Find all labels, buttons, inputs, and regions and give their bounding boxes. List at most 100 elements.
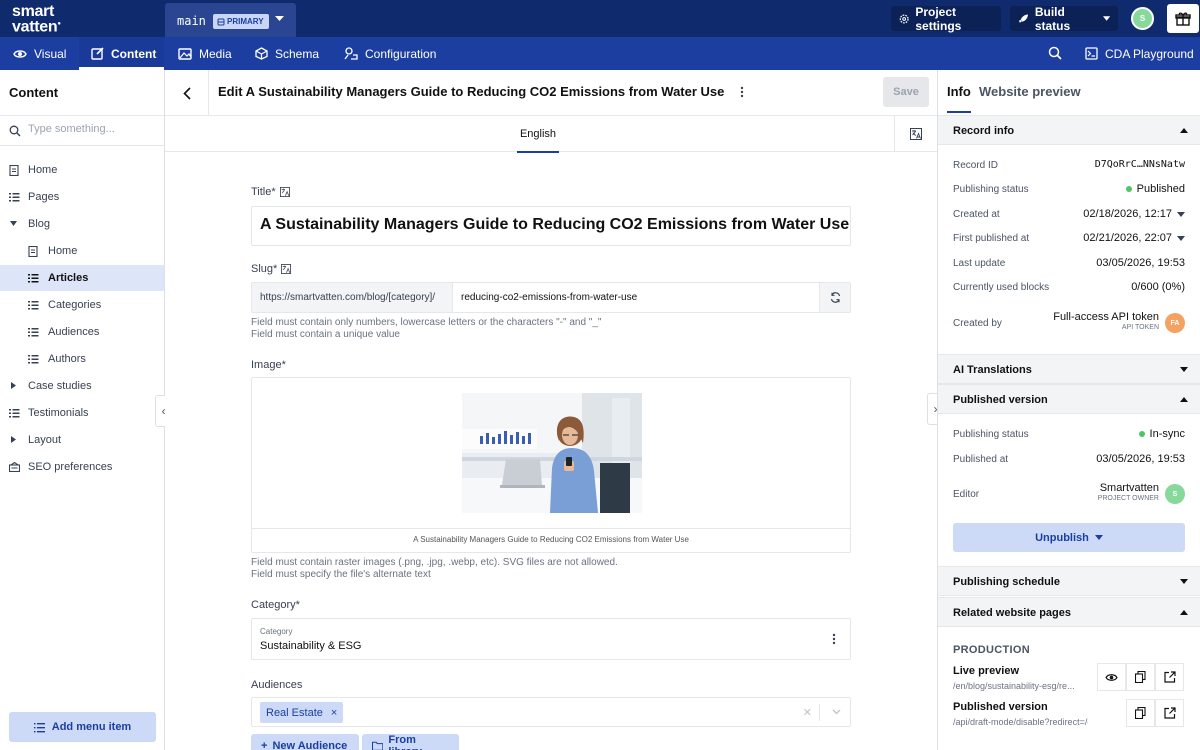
record-info-header[interactable]: Record info — [938, 115, 1200, 145]
ai-translations-header[interactable]: AI Translations — [938, 354, 1200, 384]
image-hint-line-2: Field must specify the file's alternate … — [251, 569, 431, 580]
created-at-value[interactable]: 02/18/2026, 12:17 — [1083, 208, 1185, 220]
from-library-button[interactable]: From library — [362, 734, 459, 750]
unpublish-button[interactable]: Unpublish — [953, 523, 1185, 552]
open-live-preview-external-button[interactable] — [1155, 663, 1184, 691]
tab-website-preview[interactable]: Website preview — [979, 84, 1081, 99]
category-value: Sustainability & ESG — [260, 640, 362, 652]
sidebar-item-blog-home[interactable]: Home — [0, 238, 164, 264]
sidebar-item-pages[interactable]: Pages — [0, 184, 164, 210]
seo-icon — [9, 462, 20, 472]
locale-tab-english[interactable]: English — [517, 116, 559, 153]
build-status-button[interactable]: Build status — [1010, 5, 1118, 33]
sidebar-item-layout[interactable]: Layout — [0, 427, 164, 453]
copy-icon — [1135, 671, 1146, 683]
global-search-button[interactable] — [1048, 46, 1062, 60]
translate-button[interactable] — [894, 116, 937, 152]
created-by-row: Created by Full-access API token API TOK… — [953, 310, 1185, 336]
title-input[interactable]: A Sustainability Managers Guide to Reduc… — [251, 206, 851, 246]
first-published-value[interactable]: 02/21/2026, 22:07 — [1083, 232, 1185, 244]
nav-tab-configuration[interactable]: Configuration — [344, 37, 436, 70]
status-dot — [1138, 431, 1145, 437]
sidebar-item-home[interactable]: Home — [0, 157, 164, 183]
nav-tab-media[interactable]: Media — [178, 37, 232, 70]
publishing-schedule-title: Publishing schedule — [953, 576, 1060, 588]
environment-switcher[interactable]: main PRIMARY — [165, 3, 296, 37]
new-audience-button[interactable]: + New Audience — [251, 734, 359, 750]
locale-bar: English — [165, 116, 937, 153]
slug-value: reducing-co2-emissions-from-water-use — [461, 292, 638, 303]
related-pages-header[interactable]: Related website pages — [938, 597, 1200, 627]
slug-input[interactable]: https://smartvatten.com/blog/[category]/… — [251, 282, 851, 313]
translate-icon — [279, 187, 290, 197]
editor-header: Edit A Sustainability Managers Guide to … — [165, 70, 937, 116]
image-field[interactable]: A Sustainability Managers Guide to Reduc… — [251, 377, 851, 553]
category-inner-label: Category — [260, 627, 293, 636]
gift-button[interactable] — [1167, 4, 1199, 33]
open-published-external-button[interactable] — [1155, 699, 1184, 727]
back-button[interactable] — [165, 70, 209, 116]
copy-live-preview-button[interactable] — [1126, 663, 1155, 691]
publishing-schedule-header[interactable]: Publishing schedule — [938, 566, 1200, 596]
environment-badge-label: PRIMARY — [227, 17, 264, 26]
record-id-row: Record ID D7QoRrC…NNsNatw — [953, 158, 1185, 174]
project-settings-label: Project settings — [915, 4, 962, 33]
published-version-url[interactable]: /api/draft-mode/disable?redirect=/en... — [953, 717, 1088, 727]
tab-info[interactable]: Info — [947, 84, 971, 113]
save-button[interactable]: Save — [883, 77, 929, 107]
chevron-down-icon[interactable] — [832, 709, 841, 715]
logo[interactable]: smart vatten● — [12, 4, 61, 35]
list-icon — [28, 301, 39, 310]
sidebar-item-seo-preferences[interactable]: SEO preferences — [0, 454, 164, 480]
remove-chip-icon[interactable]: × — [331, 707, 337, 719]
more-options-icon[interactable] — [832, 633, 836, 645]
add-menu-item-button[interactable]: Add menu item — [9, 712, 156, 742]
audiences-select[interactable]: Real Estate × ✕ — [251, 697, 851, 727]
sidebar-item-blog[interactable]: Blog — [0, 211, 164, 237]
editor-avatar: S — [1165, 484, 1185, 504]
used-blocks-label: Currently used blocks — [953, 282, 1050, 293]
info-panel-tabs: Info Website preview — [938, 70, 1200, 116]
copy-icon — [1135, 707, 1146, 719]
sidebar-item-label: Testimonials — [28, 407, 89, 419]
sidebar-item-audiences[interactable]: Audiences — [0, 319, 164, 345]
cda-playground-button[interactable]: CDA Playground — [1085, 37, 1194, 70]
rocket-icon — [1018, 13, 1028, 23]
related-pages-title: Related website pages — [953, 607, 1071, 619]
caret-right-icon — [11, 382, 16, 389]
record-id-value[interactable]: D7QoRrC…NNsNatw — [1095, 159, 1185, 170]
sidebar-item-articles[interactable]: Articles — [0, 265, 164, 291]
top-bar: smart vatten● main PRIMARY Project setti… — [0, 0, 1200, 37]
open-preview-button[interactable] — [1097, 663, 1126, 691]
folder-icon — [372, 741, 384, 750]
pv-status-row: Publishing status In-sync — [953, 427, 1185, 443]
used-blocks-value: 0/600 (0%) — [1131, 281, 1185, 293]
chevron-down-icon — [1102, 16, 1110, 21]
nav-tab-visual[interactable]: Visual — [13, 37, 66, 70]
record-title: Edit A Sustainability Managers Guide to … — [218, 84, 725, 99]
live-preview-url[interactable]: /en/blog/sustainability-esg/re... — [953, 681, 1088, 691]
project-settings-button[interactable]: Project settings — [891, 4, 1001, 33]
more-options-icon[interactable] — [740, 86, 744, 98]
nav-tab-schema[interactable]: Schema — [255, 37, 319, 70]
last-update-row: Last update 03/05/2026, 19:53 — [953, 256, 1185, 272]
created-at-row: Created at 02/18/2026, 12:17 — [953, 207, 1185, 223]
clear-icon[interactable]: ✕ — [803, 706, 812, 719]
sidebar-item-testimonials[interactable]: Testimonials — [0, 400, 164, 426]
nav-tab-content[interactable]: Content — [79, 37, 164, 70]
category-field[interactable]: Category Sustainability & ESG — [251, 618, 851, 660]
unpublish-label: Unpublish — [1035, 531, 1089, 544]
image-thumbnail[interactable] — [462, 393, 642, 513]
published-version-header[interactable]: Published version — [938, 384, 1200, 414]
sidebar-item-authors[interactable]: Authors — [0, 346, 164, 372]
user-avatar[interactable]: S — [1131, 7, 1154, 30]
caret-down-icon — [1177, 235, 1185, 241]
sidebar-search-input[interactable] — [28, 123, 158, 135]
select-separator — [819, 704, 820, 721]
copy-published-url-button[interactable] — [1126, 699, 1155, 727]
regenerate-slug-button[interactable] — [819, 283, 850, 312]
category-field-label: Category* — [251, 599, 300, 611]
sidebar-item-case-studies[interactable]: Case studies — [0, 373, 164, 399]
record-info-title: Record info — [953, 125, 1015, 137]
sidebar-item-categories[interactable]: Categories — [0, 292, 164, 318]
